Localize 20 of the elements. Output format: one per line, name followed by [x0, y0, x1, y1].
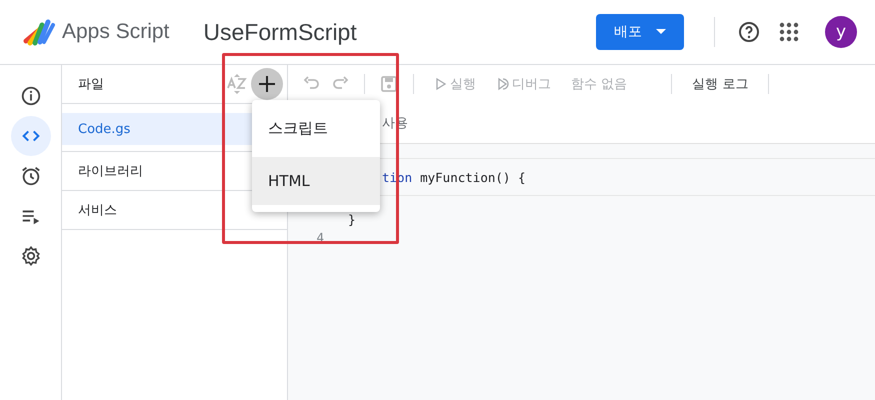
add-file-button[interactable] [251, 68, 283, 100]
product-name: Apps Script [62, 20, 170, 44]
deploy-button[interactable]: 배포 [596, 14, 684, 50]
logo-icon [22, 17, 56, 47]
code-nav-icon[interactable] [10, 116, 50, 156]
save-icon[interactable] [379, 74, 399, 94]
play-icon [434, 77, 447, 91]
log-button[interactable]: 실행 로그 [686, 75, 754, 93]
debug-icon [496, 77, 509, 91]
caret-icon [656, 29, 666, 35]
menu-item[interactable]: HTML [252, 157, 380, 205]
help-icon[interactable] [737, 20, 761, 44]
code-text: myFunction() { [420, 170, 526, 184]
files-title: 파일 [78, 76, 105, 93]
code-text: } [348, 212, 356, 226]
line-number: 4 [315, 230, 324, 244]
apps-grid-icon[interactable] [777, 20, 801, 44]
plus-icon [257, 74, 277, 94]
user-avatar[interactable]: y [825, 16, 857, 48]
project-title[interactable]: UseFormScript [203, 18, 357, 46]
